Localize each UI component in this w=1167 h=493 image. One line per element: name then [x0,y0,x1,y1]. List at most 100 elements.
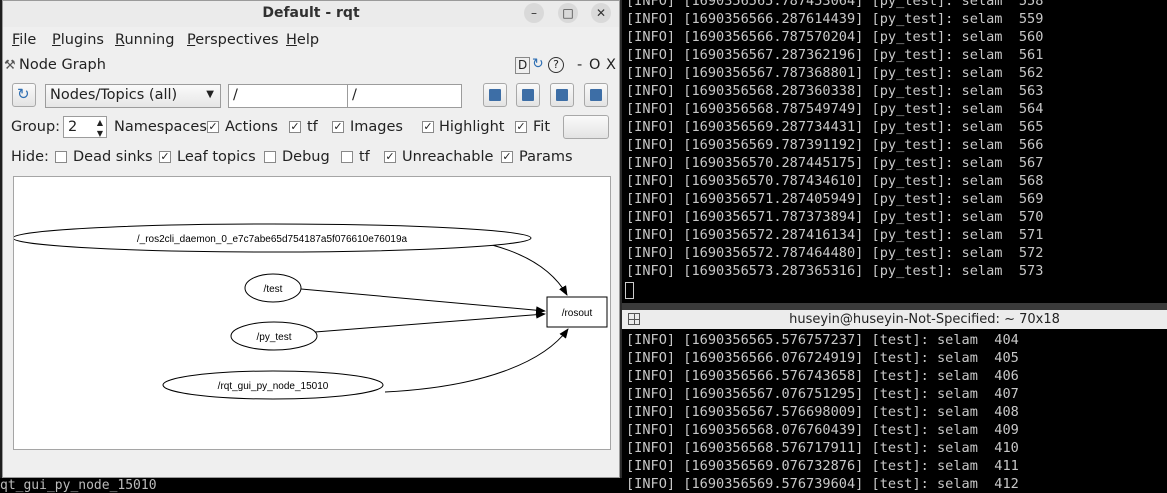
unreachable-label: Unreachable [402,149,494,165]
window-titlebar[interactable]: Default - rqt – □ ✕ [3,1,619,27]
log-line: [INFO] [1690356571.787373894] [py_test]:… [626,209,1044,225]
terminal-test[interactable]: [INFO] [1690356565.576757237] [test]: se… [622,329,1167,493]
save-icon [522,89,534,101]
terminal-cursor [625,282,634,299]
minimize-button[interactable]: – [524,3,544,23]
maximize-button[interactable]: □ [558,3,578,23]
log-line: [INFO] [1690356568.076760439] [test]: se… [626,422,1019,438]
graph-node-py-test[interactable]: /py_test [230,321,318,351]
plugin-d-button[interactable]: D [515,57,531,74]
menu-plugins[interactable]: Plugins [52,32,104,48]
save-dot-button[interactable] [516,83,540,107]
log-line: [INFO] [1690356570.787434610] [py_test]:… [626,173,1044,189]
graph-node-label: /test [264,284,283,295]
log-line: [INFO] [1690356572.287416134] [py_test]:… [626,227,1044,243]
highlight-label: Highlight [439,119,505,135]
menu-file[interactable]: File [12,32,36,48]
leaf-topics-label: Leaf topics [177,149,256,165]
node-graph-svg: /_ros2cli_daemon_0_e7c7abe65d754187a5f07… [12,223,608,400]
save-image-button[interactable] [584,83,608,107]
debug-checkbox[interactable] [264,151,276,163]
namespaces-label: Namespaces [114,119,207,135]
image-icon [590,89,602,101]
dead-sinks-checkbox[interactable] [55,151,67,163]
graph-node-test[interactable]: /test [244,273,302,303]
menu-running[interactable]: Running [115,32,174,48]
leaf-topics-checkbox[interactable]: ✓ [159,151,171,163]
plugin-header: ⚒ Node Graph D ↻ ? - O X [3,56,619,76]
log-line: [INFO] [1690356569.576739604] [test]: se… [626,476,1019,492]
log-line: [INFO] [1690356565.787453064] [py_test]:… [626,0,1044,9]
tf-group-checkbox[interactable]: ✓ [289,121,301,133]
graph-node-daemon[interactable]: /_ros2cli_daemon_0_e7c7abe65d754187a5f07… [12,223,532,253]
unreachable-checkbox[interactable]: ✓ [384,151,396,163]
graph-node-rosout[interactable]: /rosout [546,296,608,328]
help-icon[interactable]: ? [548,57,564,73]
hide-label: Hide: [11,149,49,165]
refresh-graph-button[interactable]: ↻ [12,83,36,107]
log-line: [INFO] [1690356571.287405949] [py_test]:… [626,191,1044,207]
spin-down-icon[interactable]: ▼ [97,124,103,144]
terminal-pane-titlebar: huseyin@huseyin-Not-Specified: ~ 70x18 [622,310,1167,330]
save-svg-button[interactable] [550,83,574,107]
log-line: [INFO] [1690356568.787549749] [py_test]:… [626,101,1044,117]
chevron-down-icon: ▼ [206,89,214,100]
log-line: [INFO] [1690356566.076724919] [test]: se… [626,350,1019,366]
actions-label: Actions [225,119,278,135]
log-line: [INFO] [1690356570.287445175] [py_test]:… [626,155,1044,171]
tf-group-label: tf [307,119,318,135]
graph-node-label: /rqt_gui_py_node_15010 [218,381,329,392]
params-checkbox[interactable]: ✓ [501,151,513,163]
graph-mode-value: Nodes/Topics (all) [50,87,178,103]
params-label: Params [519,149,573,165]
log-line: [INFO] [1690356569.076732876] [test]: se… [626,458,1019,474]
edge-py-test-rosout [314,310,546,333]
graph-mode-select[interactable]: Nodes/Topics (all) ▼ [45,84,221,108]
dead-sinks-label: Dead sinks [73,149,153,165]
log-line: [INFO] [1690356568.287360338] [py_test]:… [626,83,1044,99]
log-line: [INFO] [1690356572.787464480] [py_test]:… [626,245,1044,261]
log-line: [INFO] [1690356565.576757237] [test]: se… [626,332,1019,348]
reload-icon[interactable]: ↻ [532,56,544,72]
namespaces-checkbox[interactable]: ✓ [207,121,219,133]
graph-node-label: /py_test [256,332,291,343]
rqt-window: Default - rqt – □ ✕ File Plugins Running… [2,0,620,478]
group-value: 2 [68,119,78,135]
refresh-icon: ↻ [17,85,30,103]
node-graph-canvas[interactable]: /_ros2cli_daemon_0_e7c7abe65d754187a5f07… [12,176,611,450]
log-line: [INFO] [1690356566.287614439] [py_test]:… [626,11,1044,27]
graph-node-label: /rosout [562,308,593,319]
edge-rqt-node-rosout [384,328,569,393]
plugin-close-button[interactable]: X [606,57,616,73]
group-spinbox[interactable]: 2 ▲ ▼ [63,116,107,138]
terminal-pane-title: huseyin@huseyin-Not-Specified: ~ 70x18 [789,312,1060,327]
menu-help[interactable]: Help [286,32,319,48]
tf-hide-checkbox[interactable] [341,151,353,163]
log-line: [INFO] [1690356566.576743658] [test]: se… [626,368,1019,384]
graph-toolbar: ↻ Nodes/Topics (all) ▼ / / [3,83,619,109]
close-button[interactable]: ✕ [591,3,611,23]
tf-hide-label: tf [359,149,370,165]
terminal-py-test[interactable]: [INFO] [1690356565.787453064] [py_test]:… [622,0,1167,303]
edge-daemon-rosout [491,244,568,296]
load-dot-button[interactable] [483,83,507,107]
wrench-icon: ⚒ [4,58,16,73]
log-line: [INFO] [1690356567.576698009] [test]: se… [626,404,1019,420]
topic-filter-input[interactable]: / [347,84,462,108]
log-line: [INFO] [1690356569.787391192] [py_test]:… [626,137,1044,153]
group-label: Group: [11,119,61,135]
plugin-minimize-button[interactable]: - [577,57,582,73]
plugin-float-button[interactable]: O [589,57,600,73]
fit-label: Fit [533,119,550,135]
save-icon [556,89,568,101]
log-line: [INFO] [1690356567.787368801] [py_test]:… [626,65,1044,81]
fit-checkbox[interactable]: ✓ [515,121,527,133]
fit-view-button[interactable] [563,115,609,139]
images-checkbox[interactable]: ✓ [332,121,344,133]
graph-node-label: /_ros2cli_daemon_0_e7c7abe65d754187a5f07… [137,234,408,245]
terminal-split-divider[interactable] [622,303,1167,310]
graph-node-rqt-gui[interactable]: /rqt_gui_py_node_15010 [162,370,384,400]
images-label: Images [350,119,403,135]
menu-perspectives[interactable]: Perspectives [187,32,279,48]
highlight-checkbox[interactable]: ✓ [422,121,434,133]
